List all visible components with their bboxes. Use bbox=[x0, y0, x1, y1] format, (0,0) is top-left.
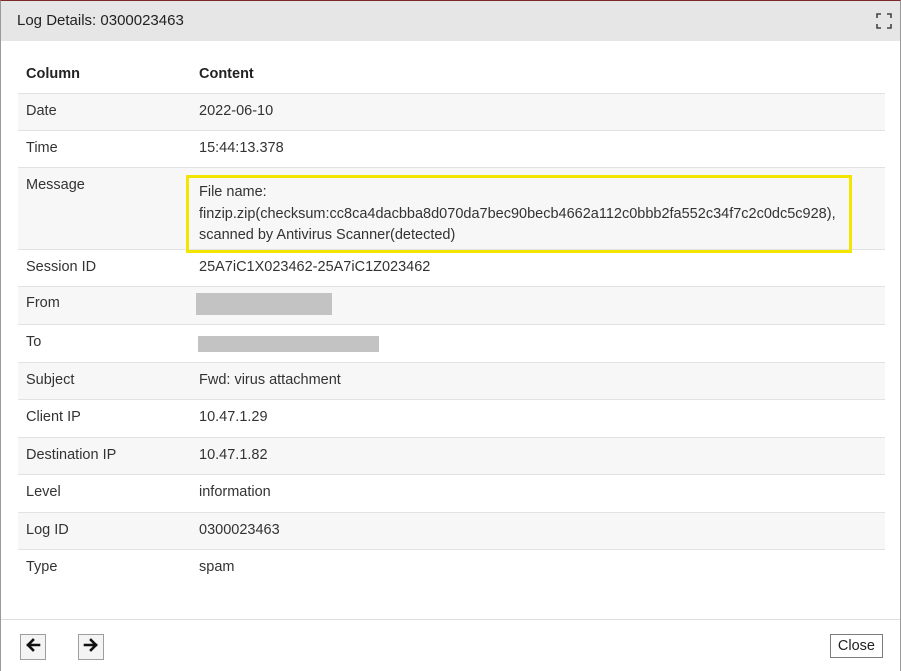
row-value-client-ip: 10.47.1.29 bbox=[199, 409, 268, 425]
message-line-1: File name: bbox=[199, 184, 267, 200]
log-details-dialog: Log Details: 0300023463 Column Content D… bbox=[0, 0, 901, 671]
close-button[interactable]: Close bbox=[829, 634, 883, 658]
table-row: Session ID 25A7iC1X023462-25A7iC1Z023462 bbox=[18, 250, 885, 287]
row-label-message: Message bbox=[26, 177, 85, 193]
row-label-client-ip: Client IP bbox=[26, 409, 81, 425]
table-row: To bbox=[18, 325, 885, 363]
previous-button[interactable] bbox=[20, 634, 46, 660]
row-value-level: information bbox=[199, 484, 271, 500]
table-row: Destination IP 10.47.1.82 bbox=[18, 438, 885, 475]
dialog-footer: Close bbox=[1, 619, 900, 671]
row-label-destination-ip: Destination IP bbox=[26, 447, 117, 463]
table-row: Time 15:44:13.378 bbox=[18, 131, 885, 168]
header-column: Column bbox=[26, 66, 80, 82]
table-row: Level information bbox=[18, 475, 885, 513]
redacted-to bbox=[198, 336, 379, 352]
dialog-titlebar: Log Details: 0300023463 bbox=[1, 1, 900, 41]
next-button[interactable] bbox=[78, 634, 104, 660]
expand-icon[interactable] bbox=[876, 13, 892, 29]
row-value-subject: Fwd: virus attachment bbox=[199, 372, 341, 388]
log-details-table: Column Content Date 2022-06-10 Time 15:4… bbox=[18, 56, 885, 587]
row-label-to: To bbox=[26, 334, 42, 350]
table-header-row: Column Content bbox=[18, 56, 885, 94]
dialog-title: Log Details: 0300023463 bbox=[17, 12, 184, 29]
table-row: Message File name: finzip.zip(checksum:c… bbox=[18, 168, 885, 253]
row-value-date: 2022-06-10 bbox=[199, 103, 274, 119]
arrow-left-icon bbox=[25, 637, 41, 657]
table-row: From bbox=[18, 287, 885, 325]
row-value-from bbox=[192, 293, 885, 315]
row-label-level: Level bbox=[26, 484, 61, 500]
arrow-right-icon bbox=[83, 637, 99, 657]
message-line-2: finzip.zip(checksum:cc8ca4dacbba8d070da7… bbox=[199, 205, 836, 222]
row-label-session-id: Session ID bbox=[26, 259, 97, 275]
row-value-message: File name: finzip.zip(checksum:cc8ca4dac… bbox=[186, 175, 885, 253]
message-highlight: File name: finzip.zip(checksum:cc8ca4dac… bbox=[186, 175, 852, 253]
row-label-from: From bbox=[26, 295, 60, 311]
table-row: Type spam bbox=[18, 550, 885, 587]
row-value-log-id: 0300023463 bbox=[199, 522, 280, 538]
row-value-type: spam bbox=[199, 559, 235, 575]
header-content: Content bbox=[199, 66, 254, 82]
row-value-to bbox=[192, 334, 885, 352]
row-label-type: Type bbox=[26, 559, 58, 575]
row-label-subject: Subject bbox=[26, 372, 75, 388]
row-value-session-id: 25A7iC1X023462-25A7iC1Z023462 bbox=[199, 259, 431, 275]
table-row: Subject Fwd: virus attachment bbox=[18, 363, 885, 400]
row-value-destination-ip: 10.47.1.82 bbox=[199, 447, 268, 463]
row-label-time: Time bbox=[26, 140, 58, 156]
table-row: Date 2022-06-10 bbox=[18, 94, 885, 131]
row-label-log-id: Log ID bbox=[26, 522, 69, 538]
row-label-date: Date bbox=[26, 103, 57, 119]
table-row: Client IP 10.47.1.29 bbox=[18, 400, 885, 438]
message-line-3: scanned by Antivirus Scanner(detected) bbox=[199, 227, 456, 243]
redacted-from bbox=[196, 293, 332, 315]
row-value-time: 15:44:13.378 bbox=[199, 140, 284, 156]
table-row: Log ID 0300023463 bbox=[18, 513, 885, 550]
